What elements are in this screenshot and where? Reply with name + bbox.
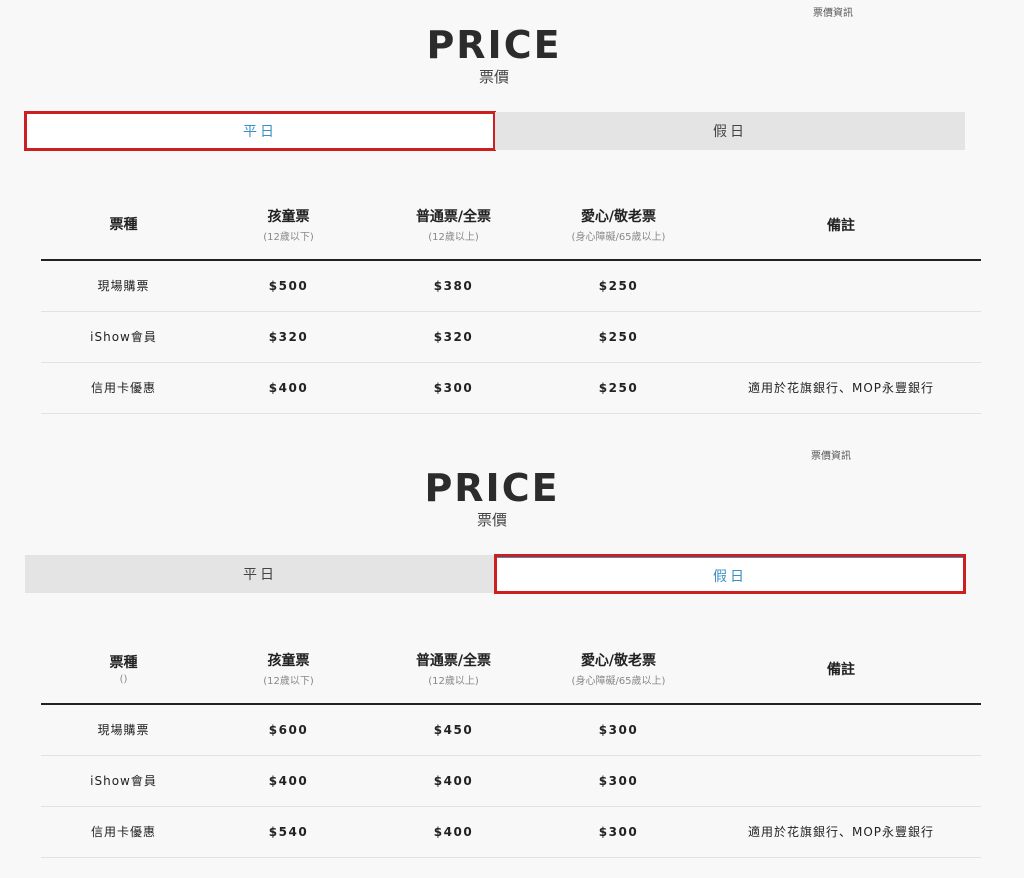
table-header-row: 票種 () 孩童票 (12歲以下) 普通票/全票 (12歲以上) 愛心/敬老票 (身心障… — [41, 634, 981, 705]
cell-price: $400 — [371, 755, 536, 807]
cell-price: $300 — [371, 362, 536, 414]
cell-price: $400 — [206, 362, 371, 414]
table-row: 現場購票 $500 $380 $250 — [41, 260, 981, 312]
cell-ticket-type: 現場購票 — [41, 260, 206, 312]
header-label: 票種 — [109, 655, 138, 671]
cell-remark — [701, 755, 981, 807]
header-note: (12歲以下) — [263, 232, 314, 243]
cell-price: $250 — [536, 260, 701, 312]
cell-remark: 適用於花旗銀行、MOP永豐銀行 — [701, 362, 981, 414]
price-section-weekday: 票價資訊 PRICE 票價 平日 假日 票種 孩童票 (12歲以下) 普通票/全票… — [0, 0, 1024, 430]
table-row: 信用卡優惠 $400 $300 $250 適用於花旗銀行、MOP永豐銀行 — [41, 362, 981, 414]
cell-price: $400 — [371, 806, 536, 858]
header-adult: 普通票/全票 (12歲以上) — [371, 634, 536, 705]
header-label: 孩童票 — [267, 653, 310, 669]
header-note: (12歲以上) — [428, 232, 479, 243]
cell-price: $320 — [371, 311, 536, 363]
header-note: (12歲以下) — [263, 676, 314, 687]
page-subtitle: 票價 — [478, 68, 509, 86]
header-concession: 愛心/敬老票 (身心障礙/65歲以上) — [536, 190, 701, 261]
cell-price: $320 — [206, 311, 371, 363]
breadcrumb-ticket-info[interactable]: 票價資訊 — [813, 4, 853, 19]
header-adult: 普通票/全票 (12歲以上) — [371, 190, 536, 261]
header-label: 備註 — [827, 217, 855, 234]
cell-price: $250 — [536, 362, 701, 414]
cell-ticket-type: iShow會員 — [41, 755, 206, 807]
cell-ticket-type: 信用卡優惠 — [41, 806, 206, 858]
cell-price: $300 — [536, 755, 701, 807]
day-type-tabs: 平日 假日 — [25, 554, 966, 594]
cell-remark — [701, 704, 981, 756]
cell-price: $450 — [371, 704, 536, 756]
cell-price: $250 — [536, 311, 701, 363]
price-table: 票種 孩童票 (12歲以下) 普通票/全票 (12歲以上) 愛心/敬老票 (身心障礙/… — [41, 190, 981, 414]
page-title: PRICE — [426, 23, 562, 67]
day-type-tabs: 平日 假日 — [24, 111, 965, 151]
header-label: 普通票/全票 — [415, 209, 492, 225]
header-note: (身心障礙/65歲以上) — [571, 676, 666, 687]
page-subtitle: 票價 — [476, 511, 507, 529]
cell-remark — [701, 260, 981, 312]
table-row: iShow會員 $400 $400 $300 — [41, 755, 981, 807]
header-concession: 愛心/敬老票 (身心障礙/65歲以上) — [536, 634, 701, 705]
header-label: 孩童票 — [267, 209, 310, 225]
price-table: 票種 () 孩童票 (12歲以下) 普通票/全票 (12歲以上) 愛心/敬老票 (身心障… — [41, 634, 981, 858]
table-row: 信用卡優惠 $540 $400 $300 適用於花旗銀行、MOP永豐銀行 — [41, 806, 981, 858]
cell-price: $500 — [206, 260, 371, 312]
header-ticket-type: 票種 () — [41, 634, 206, 705]
header-label: 票種 — [109, 216, 138, 233]
breadcrumb-ticket-info[interactable]: 票價資訊 — [811, 447, 851, 462]
header-child: 孩童票 (12歲以下) — [206, 634, 371, 705]
header-remarks: 備註 — [701, 634, 981, 705]
price-section-holiday: 票價資訊 PRICE 票價 平日 假日 票種 () 孩童票 (12歲以下) 普通票/… — [0, 442, 1024, 878]
cell-price: $300 — [536, 806, 701, 858]
header-child: 孩童票 (12歲以下) — [206, 190, 371, 261]
header-note: (身心障礙/65歲以上) — [571, 232, 666, 243]
header-note: (12歲以上) — [428, 676, 479, 687]
tab-weekday[interactable]: 平日 — [25, 555, 495, 593]
tab-holiday[interactable]: 假日 — [495, 112, 965, 150]
header-label: 愛心/敬老票 — [580, 653, 657, 669]
cell-remark — [701, 311, 981, 363]
tab-weekday[interactable]: 平日 — [24, 111, 496, 151]
cell-ticket-type: 信用卡優惠 — [41, 362, 206, 414]
cell-price: $600 — [206, 704, 371, 756]
header-ticket-type: 票種 — [41, 190, 206, 261]
header-label: 普通票/全票 — [415, 653, 492, 669]
cell-ticket-type: iShow會員 — [41, 311, 206, 363]
header-note: () — [119, 674, 128, 685]
cell-remark: 適用於花旗銀行、MOP永豐銀行 — [701, 806, 981, 858]
header-label: 備註 — [827, 661, 855, 678]
cell-price: $400 — [206, 755, 371, 807]
table-row: 現場購票 $600 $450 $300 — [41, 704, 981, 756]
header-remarks: 備註 — [701, 190, 981, 261]
page-title: PRICE — [424, 466, 560, 510]
cell-price: $380 — [371, 260, 536, 312]
cell-ticket-type: 現場購票 — [41, 704, 206, 756]
header-label: 愛心/敬老票 — [580, 209, 657, 225]
cell-price: $300 — [536, 704, 701, 756]
cell-price: $540 — [206, 806, 371, 858]
table-row: iShow會員 $320 $320 $250 — [41, 311, 981, 363]
table-header-row: 票種 孩童票 (12歲以下) 普通票/全票 (12歲以上) 愛心/敬老票 (身心障礙/… — [41, 190, 981, 261]
tab-holiday[interactable]: 假日 — [494, 554, 966, 594]
